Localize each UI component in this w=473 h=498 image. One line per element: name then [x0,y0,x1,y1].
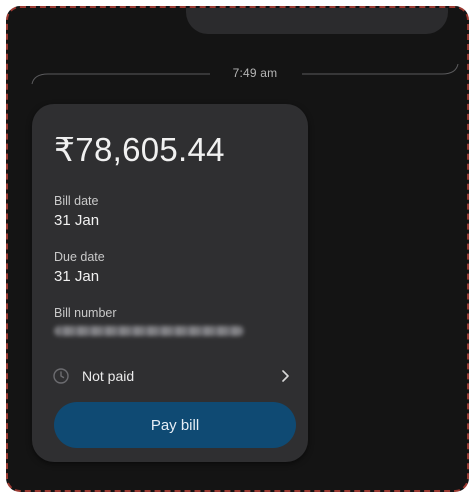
clock-icon [53,368,69,384]
time-divider: 7:49 am [30,64,460,88]
message-timestamp: 7:49 am [232,66,278,80]
due-date-value: 31 Jan [54,268,100,285]
payment-status-row[interactable]: Not paid [46,362,294,390]
chevron-right-icon [282,370,289,382]
bill-number-label: Bill number [54,306,117,320]
bill-date-value: 31 Jan [54,212,100,229]
bill-card[interactable]: ₹78,605.44 Bill date 31 Jan Due date 31 … [32,104,308,462]
bill-number-redacted [54,326,244,336]
pay-bill-button[interactable]: Pay bill [54,402,296,448]
bill-date-label: Bill date [54,194,99,208]
due-date-label: Due date [54,250,105,264]
previous-message-bubble [186,8,448,34]
chat-screen: 7:49 am ₹78,605.44 Bill date 31 Jan Due … [6,6,469,492]
bill-amount: ₹78,605.44 [54,131,225,168]
payment-status-text: Not paid [82,368,135,384]
